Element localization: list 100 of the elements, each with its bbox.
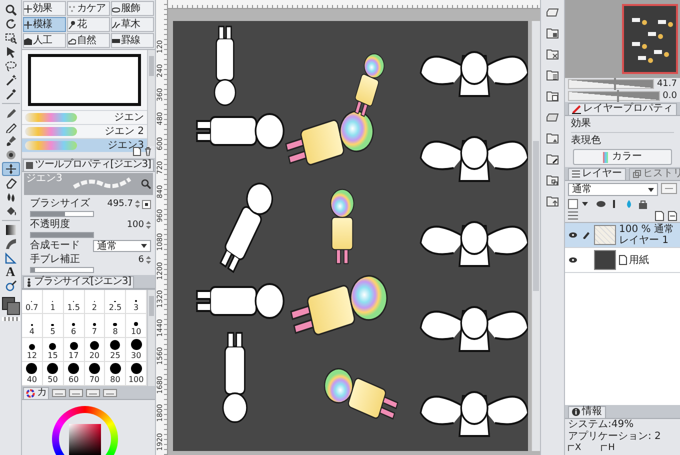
sparkle-icon[interactable] <box>2 162 20 176</box>
brush-size-option[interactable]: 25 <box>105 338 126 362</box>
subtool-group-tab[interactable]: 草木 <box>111 17 154 32</box>
cloud-icon <box>68 36 76 44</box>
layer-row[interactable]: 100 % 通常 レイヤー 1 <box>565 223 680 248</box>
dot-icon <box>110 340 120 350</box>
color-square[interactable] <box>69 424 101 455</box>
property-label: 不透明度 <box>30 219 71 231</box>
slider-thumb[interactable] <box>617 90 620 102</box>
scrollbar[interactable] <box>531 21 540 451</box>
property-value[interactable]: 100 <box>126 220 144 230</box>
panel-tab-icon[interactable] <box>69 388 84 396</box>
brush-size-option[interactable]: 6 <box>64 314 84 338</box>
brush-size-option[interactable]: 8 <box>105 314 126 338</box>
panel-tab-icon[interactable] <box>86 388 100 396</box>
ellipse-icon[interactable] <box>596 199 606 209</box>
brush-size-option[interactable]: 15 <box>42 338 64 362</box>
new-page-icon[interactable] <box>655 211 664 221</box>
subtool-group-tab[interactable]: 模様 <box>23 17 66 32</box>
copy-page-icon[interactable] <box>668 211 677 221</box>
list-icon[interactable] <box>568 211 578 220</box>
panel-tab[interactable]: レイヤー <box>568 168 626 180</box>
panel-tab-icon[interactable] <box>103 388 118 396</box>
brush-size-option[interactable]: 4 <box>22 314 43 338</box>
magnifier-icon[interactable] <box>141 179 151 189</box>
subtool-group-tab[interactable]: 自然 <box>67 33 110 48</box>
hat-icon <box>112 4 120 12</box>
spin-arrows-icon[interactable] <box>135 200 140 208</box>
open-folder-icon[interactable] <box>546 111 559 123</box>
panel-tab[interactable]: ヒストリ <box>629 168 680 180</box>
coordinate-label: H <box>608 443 615 453</box>
property-value[interactable]: 6 <box>138 255 144 265</box>
brush-list-item[interactable]: ジエン3 <box>22 138 147 152</box>
spin-arrows-icon[interactable] <box>146 221 151 229</box>
subtool-group-tab[interactable]: カケア <box>67 1 110 16</box>
lock-icon[interactable] <box>638 199 648 209</box>
slider-track[interactable] <box>568 79 654 89</box>
folder-lines-icon[interactable] <box>546 69 559 81</box>
panel-tab[interactable]: カ <box>23 386 50 398</box>
brush-size-option[interactable]: 12 <box>22 338 43 362</box>
brush-size-option[interactable]: 7 <box>84 314 106 338</box>
scrollbar[interactable] <box>147 50 155 146</box>
brush-size-option[interactable]: 17 <box>64 338 84 362</box>
panel-tab[interactable]: ブラシサイズ[ジエン3] <box>23 276 134 288</box>
brush-size-option[interactable]: 2.5 <box>105 290 126 314</box>
folder-x-icon[interactable] <box>546 48 559 60</box>
folder-pen-icon[interactable] <box>546 153 559 165</box>
folder-copy-icon[interactable] <box>546 174 559 186</box>
subtool-group-tab[interactable]: 服飾 <box>111 1 154 16</box>
slider-thumb[interactable] <box>614 78 616 90</box>
panel-tab-icon[interactable] <box>52 388 66 396</box>
subtool-group-tab[interactable]: 人工 <box>23 33 66 48</box>
slider-track[interactable] <box>30 211 94 217</box>
panel-tab[interactable]: 情報 <box>568 406 606 418</box>
brush-size-option[interactable]: 5 <box>42 314 64 338</box>
transparent-swatch[interactable] <box>2 317 20 321</box>
panel-tab[interactable]: レイヤープロパティ <box>568 102 677 114</box>
square-icon[interactable] <box>568 199 578 209</box>
eye-icon[interactable] <box>569 257 577 263</box>
folder-arrow-icon[interactable] <box>546 195 559 207</box>
layer-blend-info: 100 % 通常 <box>619 224 674 235</box>
open-folder-icon[interactable] <box>546 6 559 18</box>
layer-row[interactable]: 用紙 <box>565 248 680 273</box>
color-swatches[interactable] <box>2 297 20 315</box>
dot-icon <box>51 324 54 326</box>
scrollbar[interactable] <box>147 290 155 386</box>
canvas[interactable] <box>173 21 528 451</box>
brush-list-item[interactable]: ジエン <box>22 110 147 124</box>
eye-icon[interactable] <box>569 232 577 238</box>
coordinate-label: X <box>575 443 582 453</box>
dot-icon <box>88 363 100 374</box>
opacity-field-icon[interactable] <box>661 183 677 194</box>
panel-tab[interactable]: ツールプロパティ[ジエン3] <box>23 158 154 170</box>
navigator-preview[interactable] <box>622 4 678 74</box>
new-page-icon[interactable] <box>133 147 141 156</box>
stroke-preview <box>25 141 77 150</box>
folder-picture-icon[interactable] <box>546 132 559 144</box>
brush-size-option[interactable]: 1 <box>42 290 64 314</box>
brush-size-option[interactable]: 0.7 <box>22 290 43 314</box>
slider-track[interactable] <box>568 91 660 101</box>
folder-page-icon[interactable] <box>546 27 559 39</box>
subtool-group-tab[interactable]: 効果 <box>23 1 66 16</box>
memory-usage-text: アプリケーション: 2 <box>567 431 662 443</box>
dots-icon <box>68 4 76 12</box>
color-mode-button[interactable]: カラー <box>573 149 672 165</box>
expand-button[interactable] <box>142 200 151 208</box>
blend-mode-dropdown[interactable]: 通常 <box>568 183 658 196</box>
subtool-group-tab[interactable]: 罫線 <box>111 33 154 48</box>
spin-arrows-icon[interactable] <box>146 256 151 264</box>
blend-mode-dropdown[interactable]: 通常 <box>93 240 151 252</box>
lines-icon <box>112 36 120 44</box>
brush-size-option[interactable]: 20 <box>84 338 106 362</box>
trash-icon[interactable] <box>144 147 152 156</box>
property-value[interactable]: 495.7 <box>107 199 133 209</box>
slider-track[interactable] <box>30 267 94 273</box>
text-tool-icon[interactable]: A <box>2 265 20 279</box>
corner-icon <box>601 445 608 451</box>
brush-size-option[interactable]: 2 <box>84 290 106 314</box>
subtool-group-tab[interactable]: 花 <box>67 17 110 32</box>
brush-size-option[interactable]: 1.5 <box>64 290 84 314</box>
